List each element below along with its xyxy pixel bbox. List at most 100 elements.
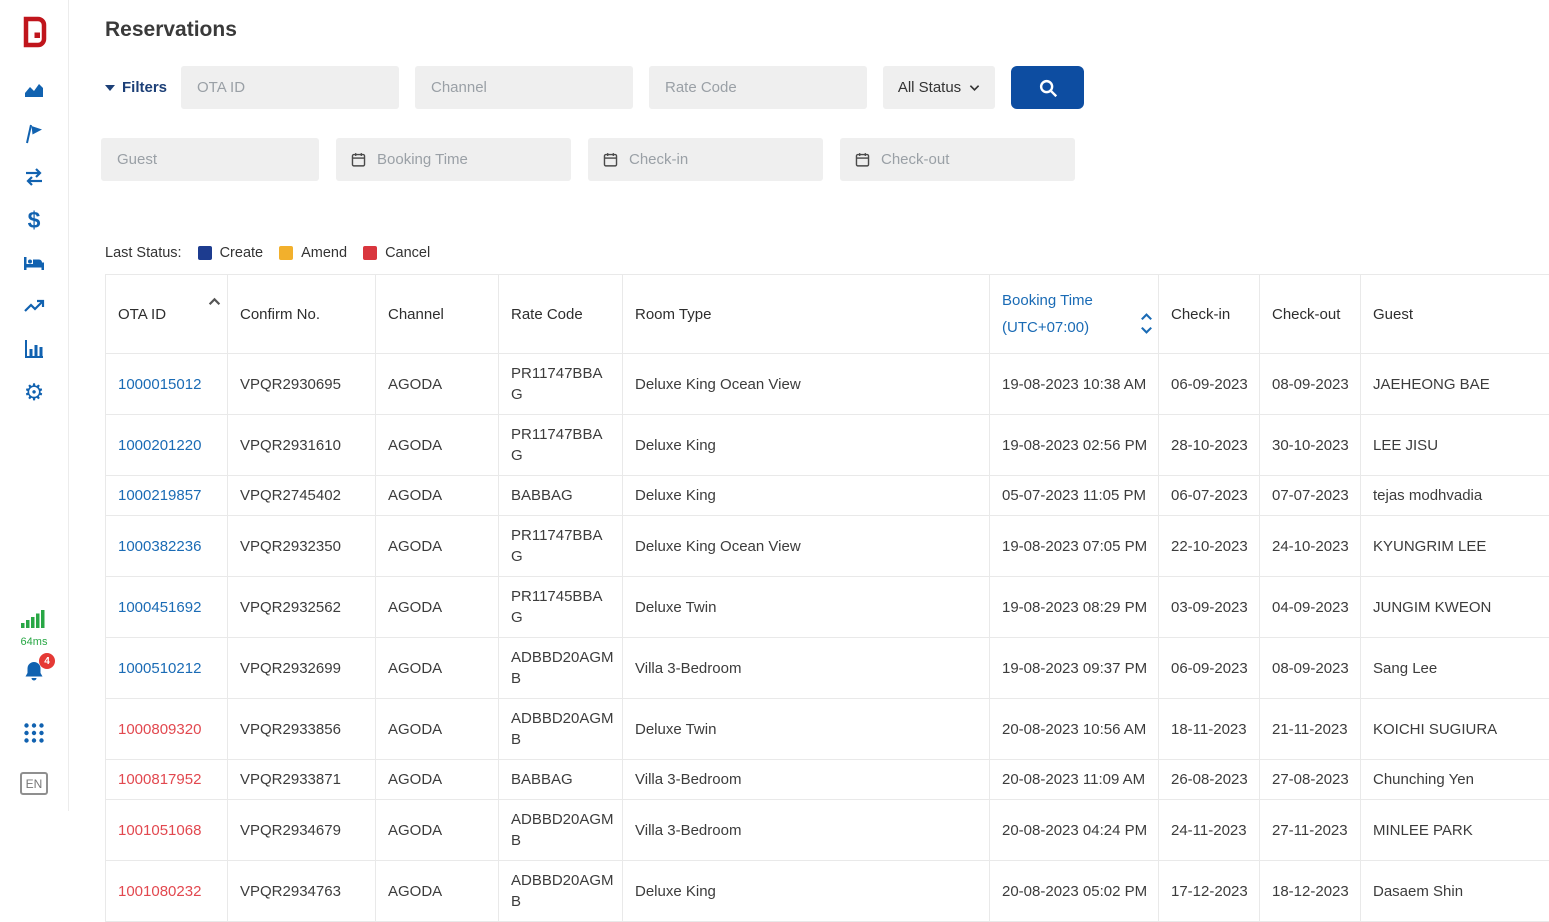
ota-id-link[interactable]: 1000015012 [118,376,201,393]
main-content: Reservations Filters All Status Booking … [69,0,1549,811]
rate-code-input[interactable] [649,66,867,109]
check-out-picker[interactable]: Check-out [840,138,1075,181]
search-button[interactable] [1011,66,1084,109]
room-type-cell: Deluxe Twin [623,577,990,638]
check-in-cell: 22-10-2023 [1159,516,1260,577]
table-body: 1000015012 VPQR2930695 AGODA PR11747BBAG… [106,354,1549,922]
col-check-in[interactable]: Check-in [1159,275,1260,354]
settings-gear-icon[interactable]: ⚙ [22,380,46,404]
notification-badge: 4 [39,653,55,669]
ota-id-link[interactable]: 1000219857 [118,487,201,504]
trending-up-icon[interactable] [22,294,46,318]
confirm-no-cell: VPQR2933871 [228,760,376,800]
sidebar: $ ⚙ 64ms 4 EN [0,0,69,811]
channel-cell: AGODA [376,516,499,577]
filters-label: Filters [122,79,167,96]
caret-down-icon [105,85,115,91]
col-rate-code[interactable]: Rate Code [499,275,623,354]
room-type-cell: Deluxe King [623,476,990,516]
ota-id-link[interactable]: 1000809320 [118,721,201,738]
guest-cell: tejas modhvadia [1361,476,1549,516]
table-row: 1000451692 VPQR2932562 AGODA PR11745BBAG… [106,577,1549,638]
ota-id-link[interactable]: 1000510212 [118,660,201,677]
rooms-bed-icon[interactable] [22,251,46,275]
channel-cell: AGODA [376,800,499,861]
booking-time-cell: 05-07-2023 11:05 PM [990,476,1159,516]
check-in-cell: 06-09-2023 [1159,638,1260,699]
notifications-bell-icon[interactable]: 4 [22,660,46,689]
ota-id-link[interactable]: 1001080232 [118,883,201,900]
channel-cell: AGODA [376,476,499,516]
guest-cell: KOICHI SUGIURA [1361,699,1549,760]
check-out-placeholder: Check-out [881,151,949,168]
col-room-type[interactable]: Room Type [623,275,990,354]
channel-cell: AGODA [376,577,499,638]
channel-cell: AGODA [376,415,499,476]
network-signal-icon [21,610,47,633]
rate-code-cell: PR11747BBAG [499,415,623,476]
ota-id-input[interactable] [181,66,399,109]
ota-id-cell: 1001051068 [106,800,228,861]
rate-code-cell: PR11747BBAG [499,354,623,415]
room-type-cell: Deluxe King [623,415,990,476]
booking-time-cell: 20-08-2023 10:56 AM [990,699,1159,760]
table-row: 1000382236 VPQR2932350 AGODA PR11747BBAG… [106,516,1549,577]
ota-id-link[interactable]: 1000451692 [118,599,201,616]
language-selector[interactable]: EN [20,772,48,795]
confirm-no-cell: VPQR2933856 [228,699,376,760]
booking-time-cell: 19-08-2023 10:38 AM [990,354,1159,415]
ota-id-cell: 1000510212 [106,638,228,699]
rate-code-cell: BABBAG [499,476,623,516]
area-chart-icon[interactable] [22,79,46,103]
apps-grid-icon[interactable] [22,721,46,750]
check-in-cell: 03-09-2023 [1159,577,1260,638]
booking-time-cell: 19-08-2023 02:56 PM [990,415,1159,476]
reports-bar-chart-icon[interactable] [22,337,46,361]
guest-input[interactable] [101,138,319,181]
col-guest[interactable]: Guest [1361,275,1549,354]
check-out-cell: 08-09-2023 [1260,354,1361,415]
table-row: 1000809320 VPQR2933856 AGODA ADBBD20AGMB… [106,699,1549,760]
table-row: 1001051068 VPQR2934679 AGODA ADBBD20AGMB… [106,800,1549,861]
cancel-swatch [363,246,377,260]
rate-code-cell: BABBAG [499,760,623,800]
channels-flag-icon[interactable] [22,122,46,146]
sort-asc-icon[interactable] [208,297,221,306]
transfers-swap-icon[interactable] [22,165,46,189]
ota-id-cell: 1000451692 [106,577,228,638]
finance-dollar-icon[interactable]: $ [22,208,46,232]
filters-toggle[interactable]: Filters [105,79,165,96]
check-in-picker[interactable]: Check-in [588,138,823,181]
chevron-down-icon [969,84,980,92]
sort-both-icon[interactable] [1140,312,1153,335]
check-out-cell: 21-11-2023 [1260,699,1361,760]
status-select[interactable]: All Status [883,66,995,109]
check-in-cell: 24-11-2023 [1159,800,1260,861]
ota-id-link[interactable]: 1000817952 [118,771,201,788]
channel-input[interactable] [415,66,633,109]
table-row: 1000219857 VPQR2745402 AGODA BABBAG Delu… [106,476,1549,516]
rate-code-cell: ADBBD20AGMB [499,800,623,861]
latency-label: 64ms [21,636,48,648]
check-in-cell: 06-09-2023 [1159,354,1260,415]
col-confirm-no[interactable]: Confirm No. [228,275,376,354]
check-out-cell: 27-08-2023 [1260,760,1361,800]
confirm-no-cell: VPQR2932350 [228,516,376,577]
booking-time-cell: 19-08-2023 08:29 PM [990,577,1159,638]
ota-id-link[interactable]: 1001051068 [118,822,201,839]
booking-time-cell: 20-08-2023 05:02 PM [990,861,1159,922]
booking-time-picker[interactable]: Booking Time [336,138,571,181]
col-check-out[interactable]: Check-out [1260,275,1361,354]
ota-id-link[interactable]: 1000201220 [118,437,201,454]
ota-id-link[interactable]: 1000382236 [118,538,201,555]
brand-logo[interactable] [19,14,49,55]
room-type-cell: Villa 3-Bedroom [623,800,990,861]
col-channel[interactable]: Channel [376,275,499,354]
col-ota-id[interactable]: OTA ID [106,275,228,354]
rate-code-cell: ADBBD20AGMB [499,699,623,760]
reservations-table: OTA ID Confirm No. Channel Rate Code Roo… [105,274,1549,922]
calendar-icon [350,151,367,168]
col-booking-time[interactable]: Booking Time (UTC+07:00) [990,275,1159,354]
room-type-cell: Villa 3-Bedroom [623,760,990,800]
room-type-cell: Villa 3-Bedroom [623,638,990,699]
